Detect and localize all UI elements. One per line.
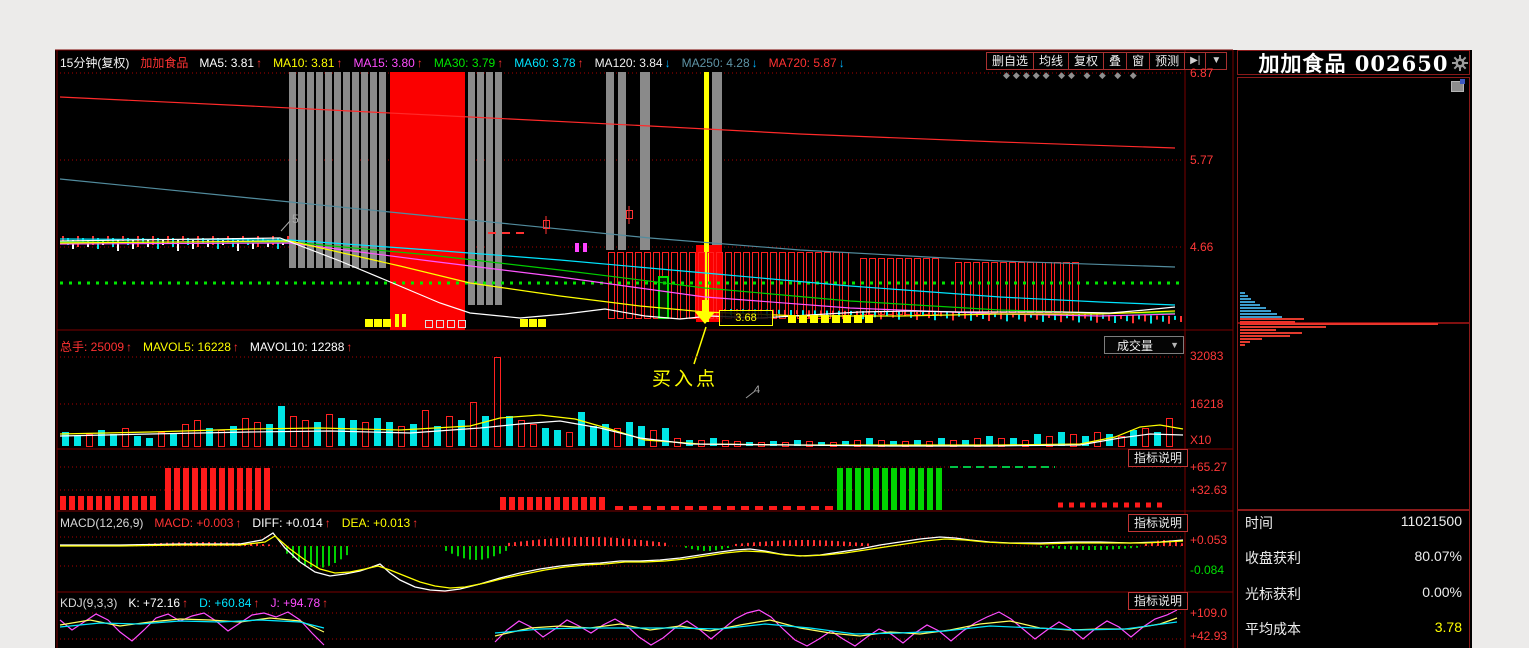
macd-indicator-help-button[interactable]: 指标说明	[1128, 514, 1188, 532]
marker-diamonds: ◆◆◆◆◆ ◆◆ ◆ ◆ ◆ ◆	[1003, 70, 1140, 81]
up-arrow-icon: ↑	[325, 516, 331, 530]
up-arrow-icon: ↑	[233, 340, 239, 354]
buy-point-annotation: 买入点	[652, 364, 718, 391]
toolbar-button-4[interactable]: 窗	[1127, 52, 1150, 70]
axis-label: 6.87	[1190, 66, 1213, 80]
ma-label-0: MA5: 3.81↑	[199, 56, 262, 70]
ma-label-2: MA15: 3.80↑	[353, 56, 422, 70]
toolbar-button-2[interactable]: 复权	[1069, 52, 1104, 70]
axis-label: 16218	[1190, 397, 1223, 411]
axis-label: X10	[1190, 433, 1211, 447]
volume-pane-graphics	[60, 357, 1183, 447]
up-arrow-icon: ↑	[412, 516, 418, 530]
volume-stat-1: MAVOL5: 16228↑	[143, 340, 239, 354]
macd-stat-0: MACD(12,26,9)	[60, 516, 143, 530]
period-label: 15分钟(复权)	[60, 54, 129, 71]
stat-label: 平均成本	[1245, 619, 1301, 639]
dropdown-caret-icon: ▼	[1170, 340, 1179, 350]
count-mark-4: 4	[754, 384, 760, 396]
up-arrow-icon: ↑	[256, 56, 262, 70]
ma-label-3: MA30: 3.79↑	[434, 56, 503, 70]
volume-stat-0: 总手: 25009↑	[60, 338, 132, 355]
main-chart-header: 15分钟(复权) 加加食品 MA5: 3.81↑ MA10: 3.81↑ MA15:…	[60, 54, 845, 71]
up-arrow-icon: ↑	[253, 596, 259, 610]
snapshot-icon[interactable]	[1451, 81, 1464, 92]
stat-label: 时间	[1245, 513, 1273, 533]
signal-indicator-help-button[interactable]: 指标说明	[1128, 449, 1188, 467]
ma-label-7: MA720: 5.87↓	[769, 56, 845, 70]
stat-value: 3.78	[1435, 619, 1462, 639]
toolbar-button-3[interactable]: 叠	[1104, 52, 1127, 70]
up-arrow-icon: ↑	[126, 340, 132, 354]
macd-header: MACD(12,26,9) MACD: +0.003↑ DIFF: +0.014↑ D…	[60, 516, 418, 530]
up-arrow-icon: ↑	[578, 56, 584, 70]
ma-label-4: MA60: 3.78↑	[514, 56, 583, 70]
kdj-pane-graphics	[60, 610, 1183, 646]
axis-label: 4.66	[1190, 240, 1213, 254]
count-mark-5: 5	[292, 212, 299, 226]
down-arrow-icon: ↓	[752, 56, 758, 70]
up-arrow-icon: ↑	[322, 596, 328, 610]
stat-row-3: 平均成本 3.78	[1245, 619, 1462, 639]
axis-label: 32083	[1190, 349, 1223, 363]
signal-pane-graphics	[60, 467, 1183, 510]
stat-value: 80.07%	[1415, 548, 1462, 568]
axis-label: +42.93	[1190, 629, 1227, 643]
stat-label: 收盘获利	[1245, 548, 1301, 568]
stat-row-1: 收盘获利 80.07%	[1245, 548, 1462, 568]
kdj-stat-3: J: +94.78↑	[270, 596, 328, 610]
kdj-stat-2: D: +60.84↑	[199, 596, 259, 610]
ma-label-6: MA250: 4.28↓	[682, 56, 758, 70]
toolbar-button-5[interactable]: 预测	[1150, 52, 1185, 70]
volume-stat-2: MAVOL10: 12288↑	[250, 340, 353, 354]
axis-label: +0.053	[1190, 533, 1227, 547]
trading-terminal-window: 15分钟(复权) 加加食品 MA5: 3.81↑ MA10: 3.81↑ MA15:…	[0, 0, 1529, 648]
stock-title: 加加食品 002650	[1237, 50, 1470, 75]
kdj-stat-1: K: +72.16↑	[128, 596, 188, 610]
up-arrow-icon: ↑	[417, 56, 423, 70]
ma-label-1: MA10: 3.81↑	[273, 56, 342, 70]
volume-header: 总手: 25009↑ MAVOL5: 16228↑ MAVOL10: 12288↑	[60, 338, 352, 355]
down-arrow-icon: ↓	[839, 56, 845, 70]
stock-name-label: 加加食品	[140, 54, 188, 71]
kdj-stat-0: KDJ(9,3,3)	[60, 596, 117, 610]
volume-type-dropdown[interactable]: 成交量 ▼	[1104, 336, 1184, 354]
down-arrow-icon: ↓	[665, 56, 671, 70]
kdj-indicator-help-button[interactable]: 指标说明	[1128, 592, 1188, 610]
chip-distribution-panel	[1237, 77, 1470, 510]
macd-stat-2: DIFF: +0.014↑	[252, 516, 330, 530]
macd-stat-3: DEA: +0.013↑	[342, 516, 418, 530]
macd-stat-1: MACD: +0.003↑	[154, 516, 241, 530]
kdj-header: KDJ(9,3,3) K: +72.16↑ D: +60.84↑ J: +94.78↑	[60, 596, 328, 610]
stat-row-0: 时间 11021500	[1245, 513, 1462, 533]
volume-type-label: 成交量	[1117, 337, 1153, 354]
price-tag-label: 3.68	[719, 310, 773, 326]
stat-value: 11021500	[1401, 513, 1462, 533]
axis-label: +109.0	[1190, 606, 1227, 620]
axis-label: 5.77	[1190, 153, 1213, 167]
gear-icon[interactable]	[1452, 55, 1468, 71]
toolbar-button-0[interactable]: 删自选	[986, 52, 1034, 70]
up-arrow-icon: ↑	[346, 340, 352, 354]
stat-value: 0.00%	[1422, 584, 1462, 604]
up-arrow-icon: ↑	[182, 596, 188, 610]
ma-values-row: MA5: 3.81↑ MA10: 3.81↑ MA15: 3.80↑ MA30: 3.…	[199, 56, 844, 70]
axis-label: -0.084	[1190, 563, 1224, 577]
axis-label: +65.27	[1190, 460, 1227, 474]
up-arrow-icon: ↑	[336, 56, 342, 70]
up-arrow-icon: ↑	[497, 56, 503, 70]
up-arrow-icon: ↑	[235, 516, 241, 530]
stat-label: 光标获利	[1245, 584, 1301, 604]
macd-pane-graphics	[60, 533, 1183, 591]
stat-row-2: 光标获利 0.00%	[1245, 584, 1462, 604]
axis-label: +32.63	[1190, 483, 1227, 497]
ma-label-5: MA120: 3.84↓	[595, 56, 671, 70]
toolbar-button-1[interactable]: 均线	[1034, 52, 1069, 70]
